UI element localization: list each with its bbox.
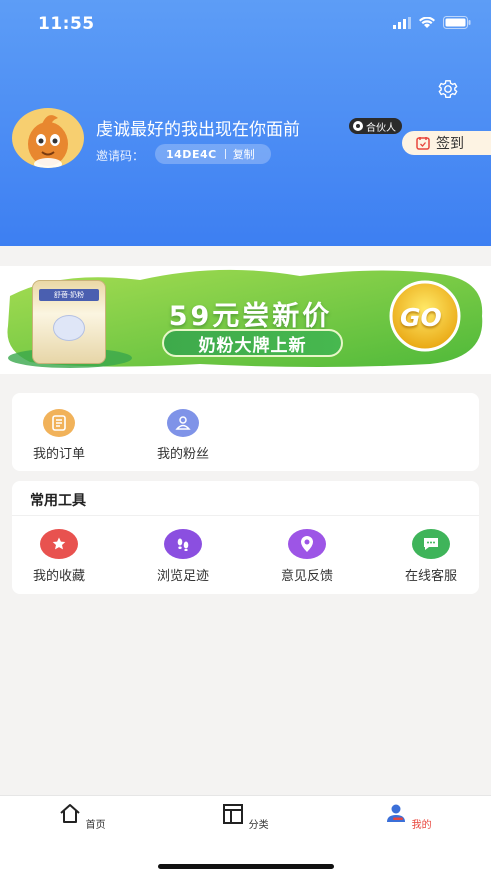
tab-mine[interactable]: 我的 — [378, 802, 438, 831]
feedback-button[interactable]: 意见反馈 — [267, 529, 347, 584]
tools-title: 常用工具 — [30, 493, 86, 509]
avatar[interactable] — [12, 108, 84, 168]
partner-badge-label: 合伙人 — [366, 122, 396, 134]
my-fans-button[interactable]: 我的粉丝 — [143, 409, 223, 462]
tab-home[interactable]: 首页 — [52, 802, 112, 831]
username: 虔诚最好的我出现在你面前 — [96, 120, 300, 140]
order-list-icon — [43, 409, 75, 437]
status-time: 11:55 — [38, 14, 95, 34]
go-button[interactable]: GO — [400, 303, 442, 332]
tab-category[interactable]: 分类 — [215, 802, 275, 831]
signin-label: 签到 — [436, 136, 464, 152]
my-fans-label: 我的粉丝 — [156, 447, 209, 462]
user-icon — [387, 804, 406, 822]
history-label: 浏览足迹 — [156, 569, 209, 584]
tab-mine-label: 我的 — [411, 820, 432, 831]
profile-header: 11:55 虔诚最好的我出现在你面前 合伙人 邀请码： 14DE4C 复制 签到 — [0, 0, 491, 246]
star-icon — [40, 529, 78, 559]
invite-code-label: 邀请码： — [96, 149, 145, 163]
status-icons — [393, 16, 471, 29]
tools-divider — [12, 515, 479, 516]
copy-invite-button[interactable]: 复制 — [226, 146, 255, 162]
category-icon — [223, 804, 244, 824]
home-indicator — [158, 864, 334, 869]
battery-icon — [443, 16, 471, 29]
signin-button[interactable]: 签到 — [402, 131, 491, 155]
history-button[interactable]: 浏览足迹 — [143, 529, 223, 584]
settings-gear-icon[interactable] — [437, 78, 459, 100]
badge-icon — [353, 121, 363, 131]
favorites-label: 我的收藏 — [32, 569, 85, 584]
calendar-icon — [416, 137, 430, 150]
footprint-icon — [164, 529, 202, 559]
tab-category-label: 分类 — [248, 820, 269, 831]
fans-icon — [167, 409, 199, 437]
favorites-button[interactable]: 我的收藏 — [19, 529, 99, 584]
feedback-label: 意见反馈 — [280, 569, 333, 584]
feedback-icon — [288, 529, 326, 559]
chat-icon — [412, 529, 450, 559]
signal-icon — [393, 16, 411, 29]
wifi-icon — [419, 16, 435, 28]
invite-code-value: 14DE4C — [166, 147, 217, 161]
my-orders-label: 我的订单 — [32, 447, 85, 462]
tab-home-label: 首页 — [85, 820, 106, 831]
customer-service-label: 在线客服 — [404, 569, 457, 584]
promo-banner[interactable]: 舒蓓·奶粉 59元尝新价 奶粉大牌上新 GO — [0, 266, 491, 374]
partner-badge: 合伙人 — [349, 118, 402, 134]
mascot-avatar-icon — [28, 115, 68, 168]
my-orders-button[interactable]: 我的订单 — [19, 409, 99, 462]
invite-code-pill: 14DE4C 复制 — [155, 144, 271, 164]
orders-panel: 我的订单 我的粉丝 — [12, 393, 479, 471]
banner-subline: 奶粉大牌上新 — [198, 335, 307, 356]
tools-panel: 常用工具 我的收藏 浏览足迹 意见反馈 在线客服 — [12, 481, 479, 594]
banner-subline-pill: 奶粉大牌上新 — [162, 329, 343, 357]
home-icon — [60, 804, 81, 823]
customer-service-button[interactable]: 在线客服 — [391, 529, 471, 584]
status-bar: 11:55 — [0, 0, 491, 48]
